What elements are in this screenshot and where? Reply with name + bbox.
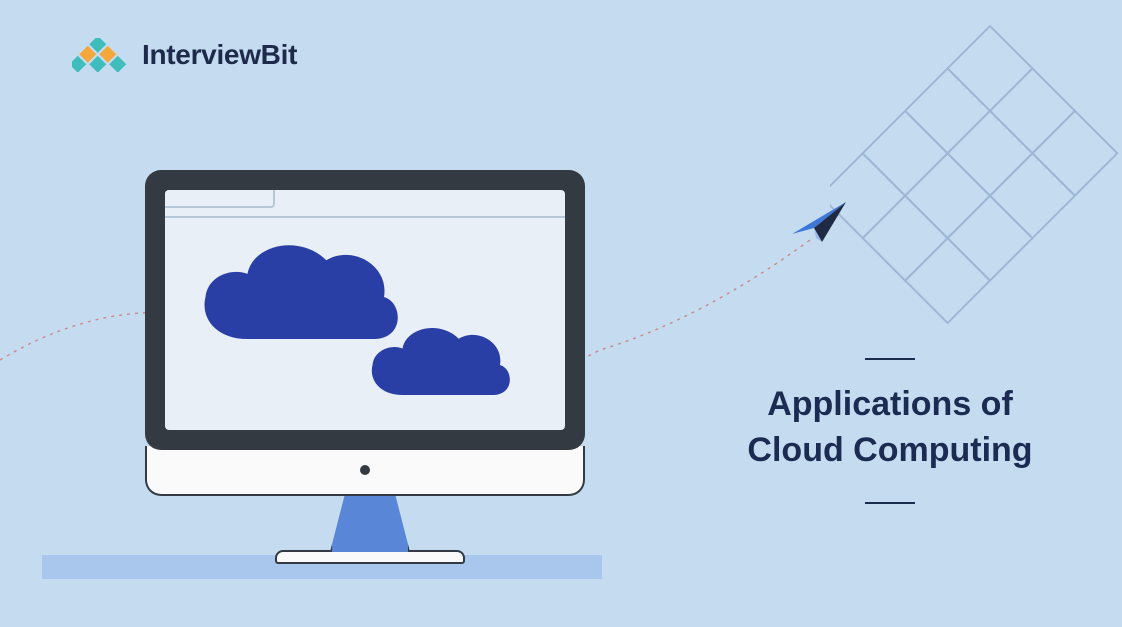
title-line-1: Applications of <box>700 382 1080 428</box>
page-title-block: Applications of Cloud Computing <box>700 358 1080 504</box>
title-rule-bottom <box>865 502 915 504</box>
brand-name: InterviewBit <box>142 39 297 71</box>
folder-outline <box>165 190 565 218</box>
cloud-icon-small <box>365 320 515 403</box>
monitor-screen <box>165 190 565 430</box>
title-line-2: Cloud Computing <box>700 428 1080 474</box>
interviewbit-logo-icon <box>72 38 132 72</box>
page-title: Applications of Cloud Computing <box>700 382 1080 474</box>
monitor-power-dot <box>360 465 370 475</box>
monitor-stand <box>330 496 410 552</box>
paper-plane-icon <box>792 202 846 242</box>
title-rule-top <box>865 358 915 360</box>
monitor-chin <box>145 446 585 496</box>
monitor-bezel <box>145 170 585 450</box>
monitor-base <box>275 550 465 564</box>
brand-logo: InterviewBit <box>72 38 297 72</box>
decorative-diamond-grid <box>830 6 1122 326</box>
monitor-illustration <box>145 170 595 590</box>
